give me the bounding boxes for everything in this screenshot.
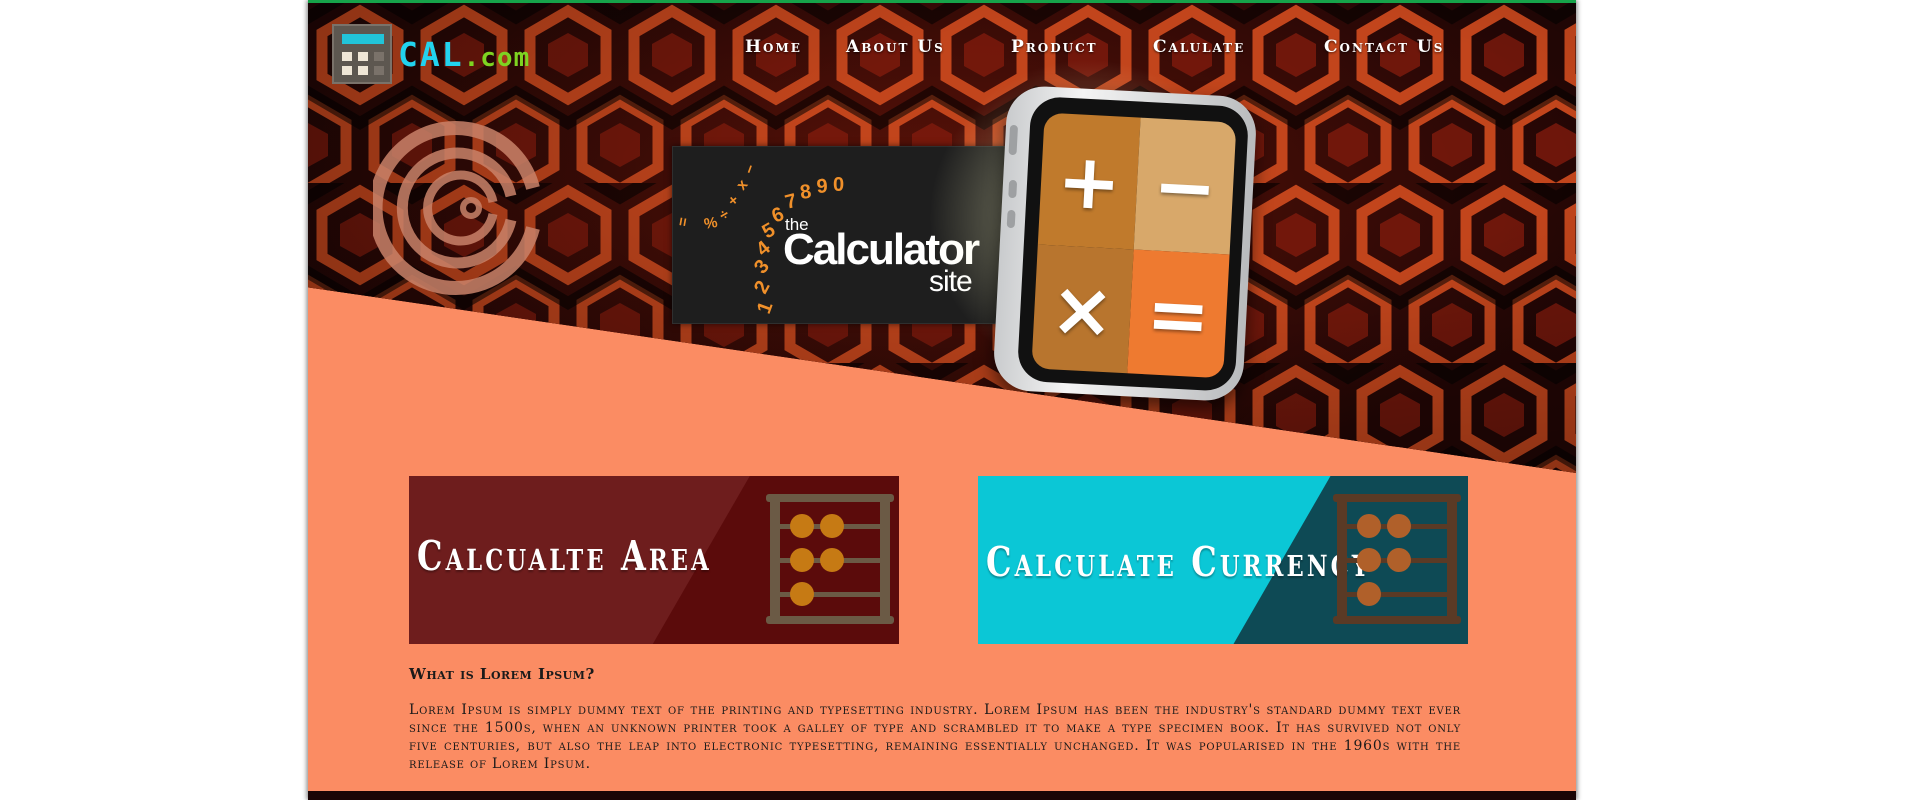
minus-key: − [1133, 117, 1237, 255]
footer-bar [308, 791, 1576, 800]
svg-text:%: % [703, 214, 719, 233]
svg-text:7: 7 [783, 190, 799, 214]
nav-product[interactable]: Product [1011, 37, 1098, 57]
calculate-currency-card[interactable]: Calculate Currency [978, 476, 1468, 644]
svg-text:x: x [733, 176, 752, 194]
c-emblem-icon [373, 121, 540, 295]
svg-text:=: = [674, 216, 692, 228]
svg-text:2: 2 [750, 277, 775, 297]
nav-calulate[interactable]: Calulate [1153, 37, 1245, 57]
nav-home[interactable]: Home [745, 37, 802, 57]
svg-text:9: 9 [816, 175, 829, 198]
svg-text:÷: ÷ [717, 206, 733, 225]
svg-text:0: 0 [833, 174, 844, 196]
about-paragraph: Lorem Ipsum is simply dummy text of the … [409, 702, 1461, 772]
calculator-icon: + − × = [992, 84, 1258, 403]
calculate-area-title: Calcualte Area [417, 532, 712, 580]
nav-about-us[interactable]: About Us [846, 37, 945, 57]
top-accent-strip [308, 0, 1576, 3]
page-frame: 1 2 3 4 5 6 7 8 9 0 = % ÷ + x − the Calc… [308, 0, 1576, 800]
svg-text:1: 1 [753, 299, 777, 317]
abacus-icon [1333, 494, 1461, 624]
calculate-currency-title: Calculate Currency [986, 538, 1372, 586]
svg-text:+: + [725, 191, 743, 210]
about-heading: What is Lorem Ipsum? [409, 665, 595, 683]
multiply-key: × [1031, 244, 1134, 374]
plus-key: + [1037, 112, 1141, 250]
main-nav: Home About Us Product Calulate Contact U… [308, 37, 1576, 67]
calculate-area-card[interactable]: Calcualte Area [409, 476, 899, 644]
svg-text:3: 3 [750, 256, 774, 279]
svg-text:8: 8 [799, 181, 813, 204]
equals-key: = [1127, 249, 1230, 379]
abacus-icon [766, 494, 894, 624]
nav-contact-us[interactable]: Contact Us [1324, 37, 1444, 57]
svg-text:−: − [741, 162, 760, 176]
